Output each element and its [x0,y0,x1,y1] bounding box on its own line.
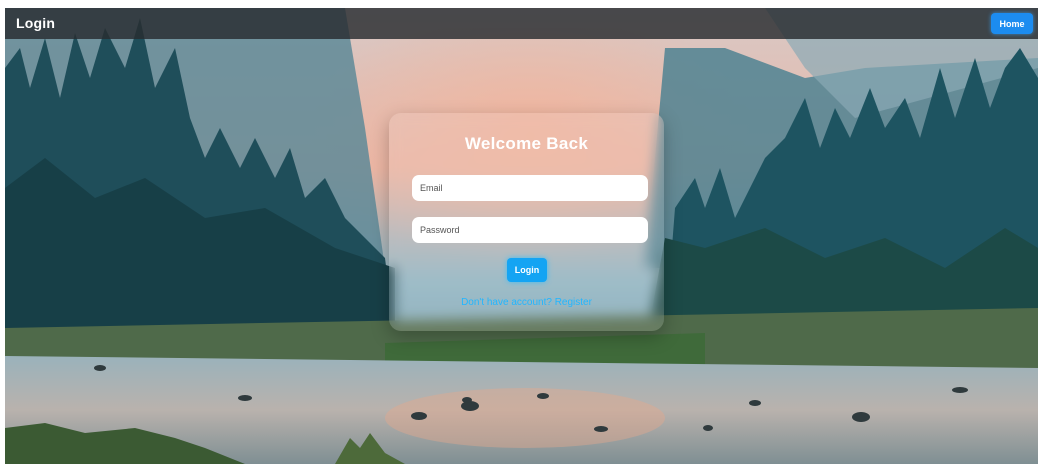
page: Login Home Welcome Back Login Don't have… [5,8,1038,464]
register-link[interactable]: Don't have account? Register [389,297,664,308]
password-input[interactable] [412,217,648,243]
login-card: Welcome Back Login Don't have account? R… [389,113,664,331]
navbar-title: Login [16,15,56,31]
login-card-title: Welcome Back [464,134,589,153]
login-button[interactable]: Login [507,258,547,282]
navbar: Login Home [5,8,1038,39]
home-button[interactable]: Home [991,13,1033,34]
email-input[interactable] [412,175,648,201]
